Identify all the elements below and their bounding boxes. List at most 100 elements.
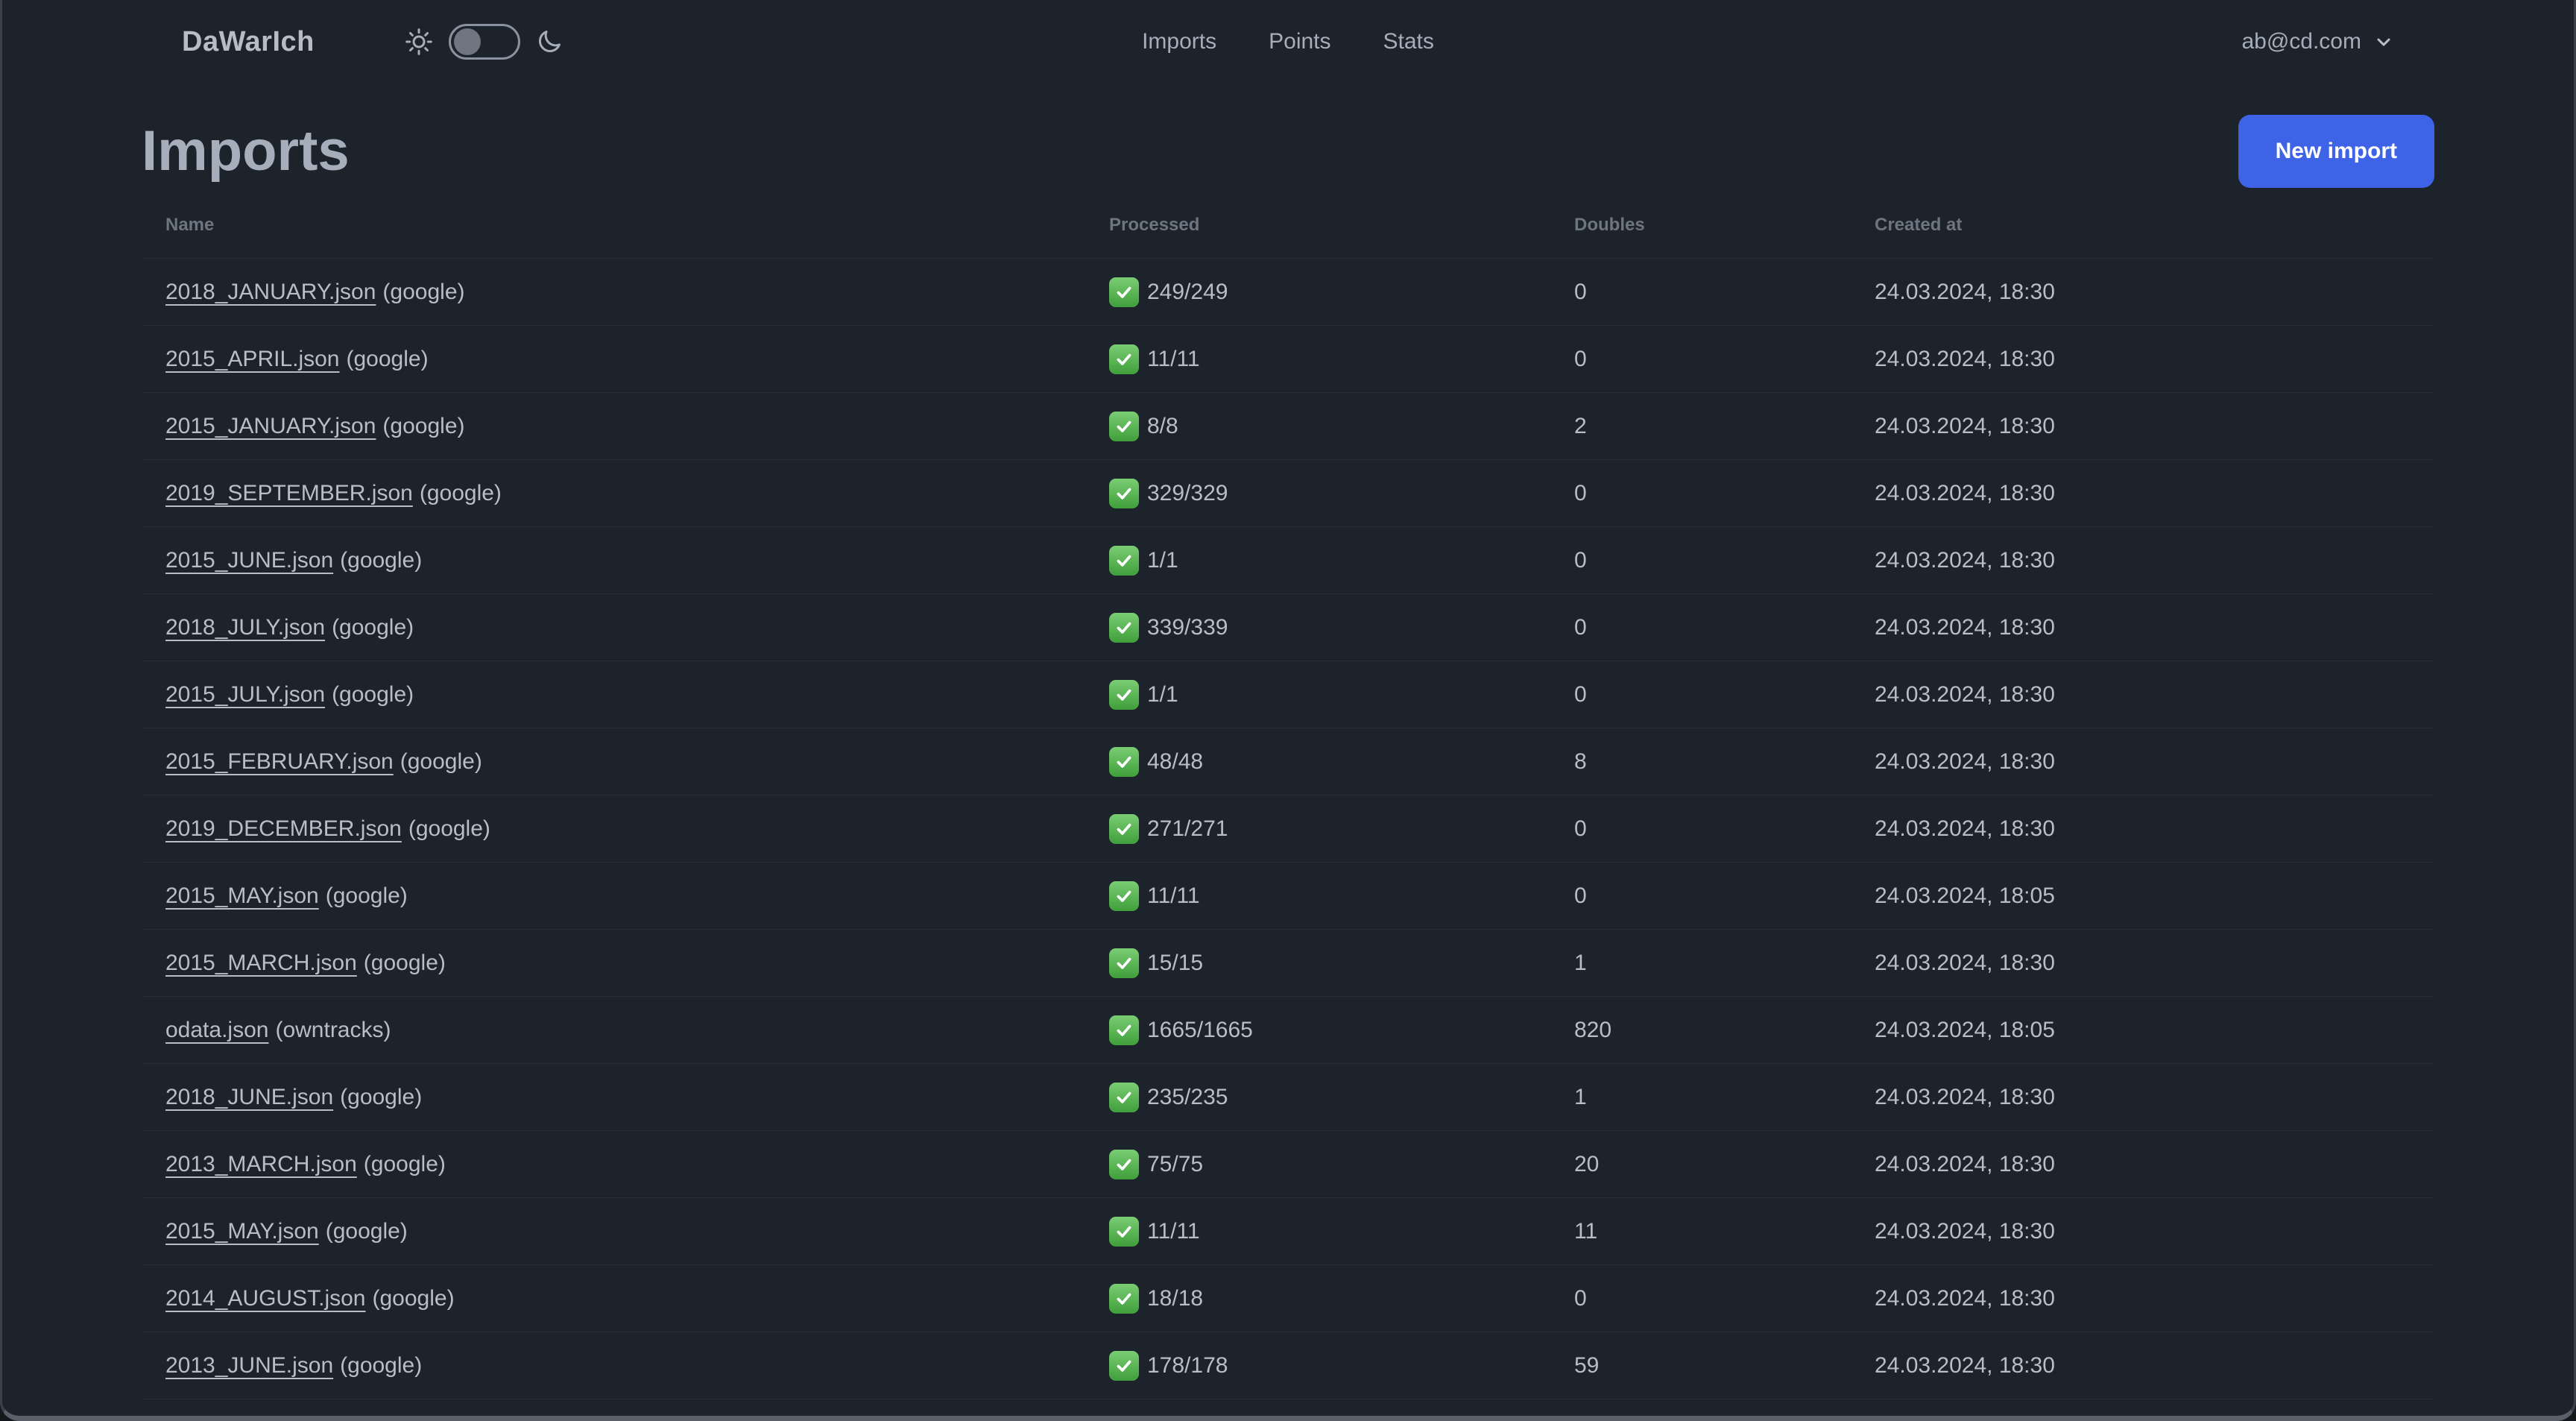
import-file-link[interactable]: odata.json [165,1018,268,1042]
doubles-count: 0 [1574,816,1587,841]
import-file-link[interactable]: 2015_MAY.json [165,1219,319,1244]
column-header-name: Name [165,215,215,235]
chevron-down-icon [2377,38,2390,46]
processed-count: 11/11 [1147,1218,1200,1244]
processed-count: 15/15 [1147,950,1204,975]
table-row: 2015_FEBRUARY.json (google) 48/48 8 24.03… [142,728,2434,795]
processed-check-icon [1109,545,1139,576]
doubles-count: 0 [1574,883,1587,908]
table-row: 2015_JANUARY.json (google) 8/8 2 24.03.20… [142,392,2434,460]
import-source-label: (google) [408,816,490,841]
processed-check-icon [1109,813,1139,844]
import-file-link[interactable]: 2015_JUNE.json [165,548,333,573]
processed-check-icon [1109,612,1139,643]
import-source-label: (google) [325,1218,408,1244]
doubles-count: 11 [1574,1218,1598,1244]
page-title: Imports [142,119,350,183]
processed-count: 339/339 [1147,614,1228,640]
table-row: 2015_MARCH.json (google) 15/15 1 24.03.20… [142,929,2434,997]
account-email: ab@cd.com [2241,29,2361,54]
theme-toggle-knob [453,28,481,55]
import-file-link[interactable]: 2013_JUNE.json [165,1353,333,1378]
table-row: 2015_JUNE.json (google) 1/1 0 24.03.2024,… [142,526,2434,594]
table-row: 2018_JULY.json (google) 339/339 0 24.03.2… [142,593,2434,661]
import-source-label: (google) [346,346,429,371]
processed-count: 178/178 [1147,1352,1228,1378]
app-logo[interactable]: DaWarIch [182,26,315,58]
doubles-count: 1 [1574,950,1587,975]
nav-link-imports[interactable]: Imports [1142,29,1216,54]
import-source-label: (google) [382,413,465,438]
processed-check-icon [1109,1350,1139,1381]
import-file-link[interactable]: 2015_JANUARY.json [165,414,376,438]
import-file-link[interactable]: 2015_APRIL.json [165,347,340,371]
import-file-link[interactable]: 2018_JULY.json [165,615,325,640]
table-row: 2018_JUNE.json (google) 235/235 1 24.03.2… [142,1063,2434,1131]
import-file-link[interactable]: 2019_DECEMBER.json [165,816,402,841]
table-row: 2019_SEPTEMBER.json (google) 329/329 0 24… [142,459,2434,527]
imports-table-body: 2018_JANUARY.json (google) 249/249 0 24.0… [142,258,2434,1421]
import-file-link[interactable]: 2015_FEBRUARY.json [165,749,394,774]
processed-check-icon [1109,1149,1139,1179]
new-import-button[interactable]: New import [2238,115,2434,188]
doubles-count: 0 [1574,480,1587,505]
table-row: 2018_JANUARY.json (google) 249/249 0 24.0… [142,258,2434,326]
import-source-label: (google) [340,1352,423,1378]
app-window: DaWarIch Imports Points Stats ab@cd.com … [0,0,2576,1421]
created-at: 24.03.2024, 18:30 [1875,1218,2055,1244]
account-menu[interactable]: ab@cd.com [2241,29,2394,54]
processed-check-icon [1109,1418,1139,1421]
created-at: 24.03.2024, 18:30 [1875,279,2055,304]
import-file-link[interactable]: 2015_JULY.json [165,682,325,707]
doubles-count: 1 [1574,1084,1587,1109]
navbar: DaWarIch Imports Points Stats ab@cd.com [2,0,2574,84]
doubles-count: 20 [1574,1151,1600,1176]
created-at: 24.03.2024, 18:30 [1875,346,2055,371]
import-file-link[interactable]: 2018_JANUARY.json [165,280,376,304]
imports-table: Name Processed Doubles Created at 2018_J… [142,194,2434,1421]
created-at: 24.03.2024, 18:30 [1875,749,2055,774]
doubles-count: 0 [1574,1285,1587,1311]
import-file-link[interactable]: 2014_AUGUST.json [165,1286,365,1311]
import-file-link[interactable]: 2013_MARCH.json [165,1152,357,1176]
created-at: 24.03.2024, 18:30 [1875,950,2055,975]
processed-check-icon [1109,948,1139,978]
theme-toggle[interactable] [448,24,520,60]
created-at: 24.03.2024, 18:05 [1875,1017,2055,1042]
table-row: 2019_DECEMBER.json (google) 271/271 0 24.… [142,795,2434,863]
created-at: 24.03.2024, 18:30 [1875,1151,2055,1176]
import-file-link[interactable]: 2015_MARCH.json [165,951,357,975]
nav-link-points[interactable]: Points [1269,29,1330,54]
table-row: 2013_MARCH.json (google) 75/75 20 24.03.2… [142,1130,2434,1198]
processed-count: 11/11 [1147,883,1200,908]
import-file-link[interactable]: 2018_JUNE.json [165,1085,333,1109]
processed-check-icon [1109,478,1139,508]
processed-check-icon [1109,344,1139,374]
column-header-created-at: Created at [1875,215,1963,235]
processed-check-icon [1109,1216,1139,1247]
doubles-count: 0 [1574,279,1587,304]
import-source-label: (google) [340,1084,423,1109]
import-source-label: (google) [372,1285,455,1311]
column-header-doubles: Doubles [1574,215,1645,235]
nav-link-stats[interactable]: Stats [1383,29,1434,54]
processed-count: 11/11 [1147,346,1200,371]
created-at: 24.03.2024, 18:30 [1875,681,2055,707]
processed-count: 235/235 [1147,1084,1228,1109]
created-at: 24.03.2024, 18:30 [1875,413,2055,438]
import-file-link[interactable]: 2015_MAY.json [165,883,319,908]
created-at: 24.03.2024, 18:30 [1875,1285,2055,1311]
table-row: 2015_APRIL.json (google) 11/11 0 24.03.20… [142,325,2434,393]
table-row: 2013_JUNE.json (google) 178/178 59 24.03.… [142,1332,2434,1399]
processed-count: 1665/1665 [1147,1017,1253,1042]
processed-count: 271/271 [1147,816,1228,841]
import-source-label: (google) [332,614,414,640]
doubles-count [1550,1399,1851,1417]
doubles-count: 820 [1574,1017,1612,1042]
created-at: 24.03.2024, 18:30 [1875,614,2055,640]
import-file-link[interactable]: 2019_SEPTEMBER.json [165,481,413,505]
processed-check-icon [1109,1082,1139,1112]
imports-page: Imports New import Name Processed Double… [142,84,2434,1421]
processed-check-icon [1109,679,1139,710]
processed-count: 75/75 [1147,1151,1204,1176]
